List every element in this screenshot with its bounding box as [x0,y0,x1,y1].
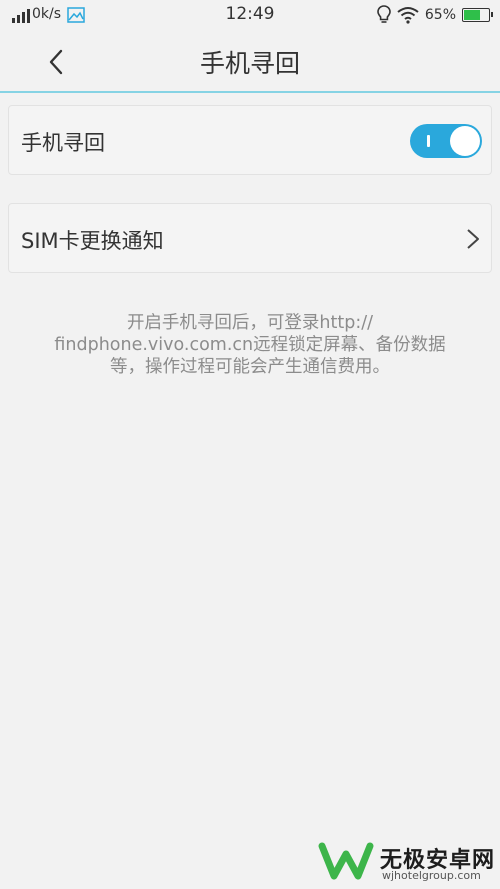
bulb-icon [377,5,391,23]
find-phone-label: 手机寻回 [21,131,105,155]
status-bar: 0k/s 12:49 65% [0,0,500,30]
chevron-right-icon [467,229,479,249]
find-phone-row[interactable]: 手机寻回 [8,105,492,175]
description-line: 等，操作过程可能会产生通信费用。 [110,357,390,377]
title-bar: 手机寻回 [0,30,500,93]
sim-notify-row[interactable]: SIM卡更换通知 [8,203,492,273]
watermark-url: wjhotelgroup.com [382,869,481,882]
watermark-logo [318,842,374,880]
status-right: 65% [377,5,493,25]
description-text: 开启手机寻回后，可登录http:// findphone.vivo.com.cn… [30,312,470,378]
description-line: findphone.vivo.com.cn远程锁定屏幕、备份数据 [54,335,446,355]
wifi-icon [397,7,419,24]
description-line: 开启手机寻回后，可登录http:// [126,313,374,333]
battery-fill [464,10,480,20]
watermark: 无极安卓网 wjhotelgroup.com [308,836,500,889]
battery-percent: 65% [424,7,456,23]
toggle-on-mark [427,135,430,147]
page-title: 手机寻回 [199,49,300,78]
sim-notify-label: SIM卡更换通知 [21,229,164,253]
screen: 0k/s 12:49 65% 手机寻回 手机寻回 SIM卡更换通知 开启手机寻回… [0,0,500,889]
toggle-knob [450,126,480,156]
find-phone-toggle[interactable] [410,124,482,158]
battery-icon [462,8,493,22]
